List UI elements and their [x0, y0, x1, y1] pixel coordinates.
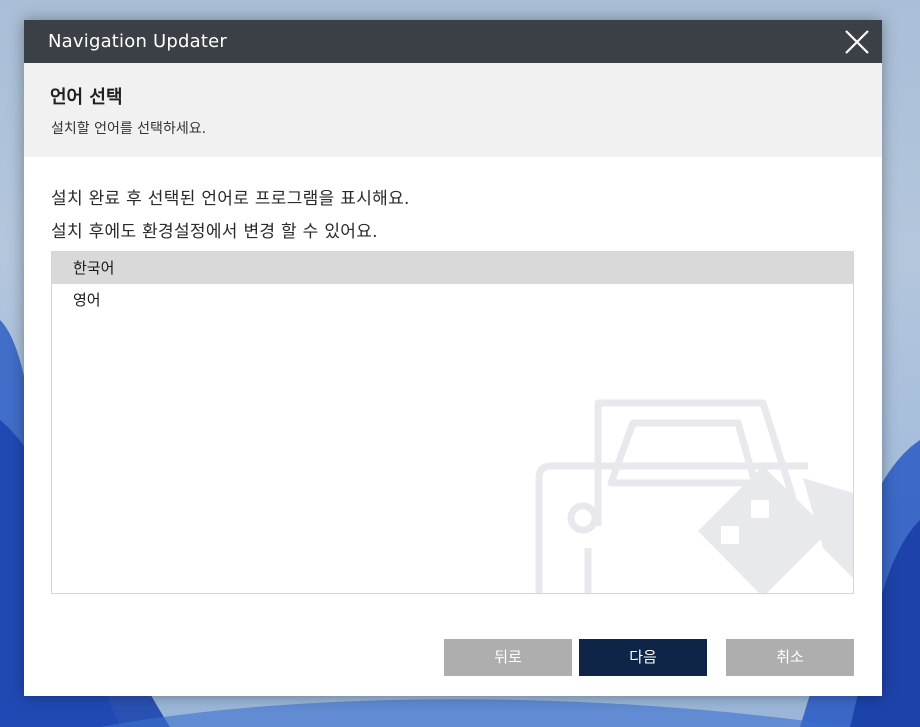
title-bar: Navigation Updater	[24, 20, 882, 63]
installer-dialog: Navigation Updater 언어 선택 설치할 언어를 선택하세요. …	[24, 20, 882, 696]
description-line-1: 설치 완료 후 선택된 언어로 프로그램을 표시해요.	[51, 189, 410, 209]
step-subtitle: 설치할 언어를 선택하세요.	[51, 121, 207, 137]
back-button[interactable]: 뒤로	[444, 639, 572, 676]
next-button[interactable]: 다음	[579, 639, 707, 676]
close-button[interactable]	[832, 20, 882, 63]
step-title: 언어 선택	[50, 87, 123, 108]
cancel-button[interactable]: 취소	[726, 639, 854, 676]
close-icon	[845, 30, 869, 54]
language-item-english[interactable]: 영어	[52, 284, 853, 316]
window-title: Navigation Updater	[48, 31, 227, 52]
language-item-korean[interactable]: 한국어	[52, 252, 853, 284]
description-line-2: 설치 후에도 환경설정에서 변경 할 수 있어요.	[51, 222, 378, 242]
step-header: 언어 선택 설치할 언어를 선택하세요.	[24, 63, 882, 157]
language-list[interactable]: 한국어 영어	[51, 251, 854, 594]
car-icon	[535, 399, 853, 593]
